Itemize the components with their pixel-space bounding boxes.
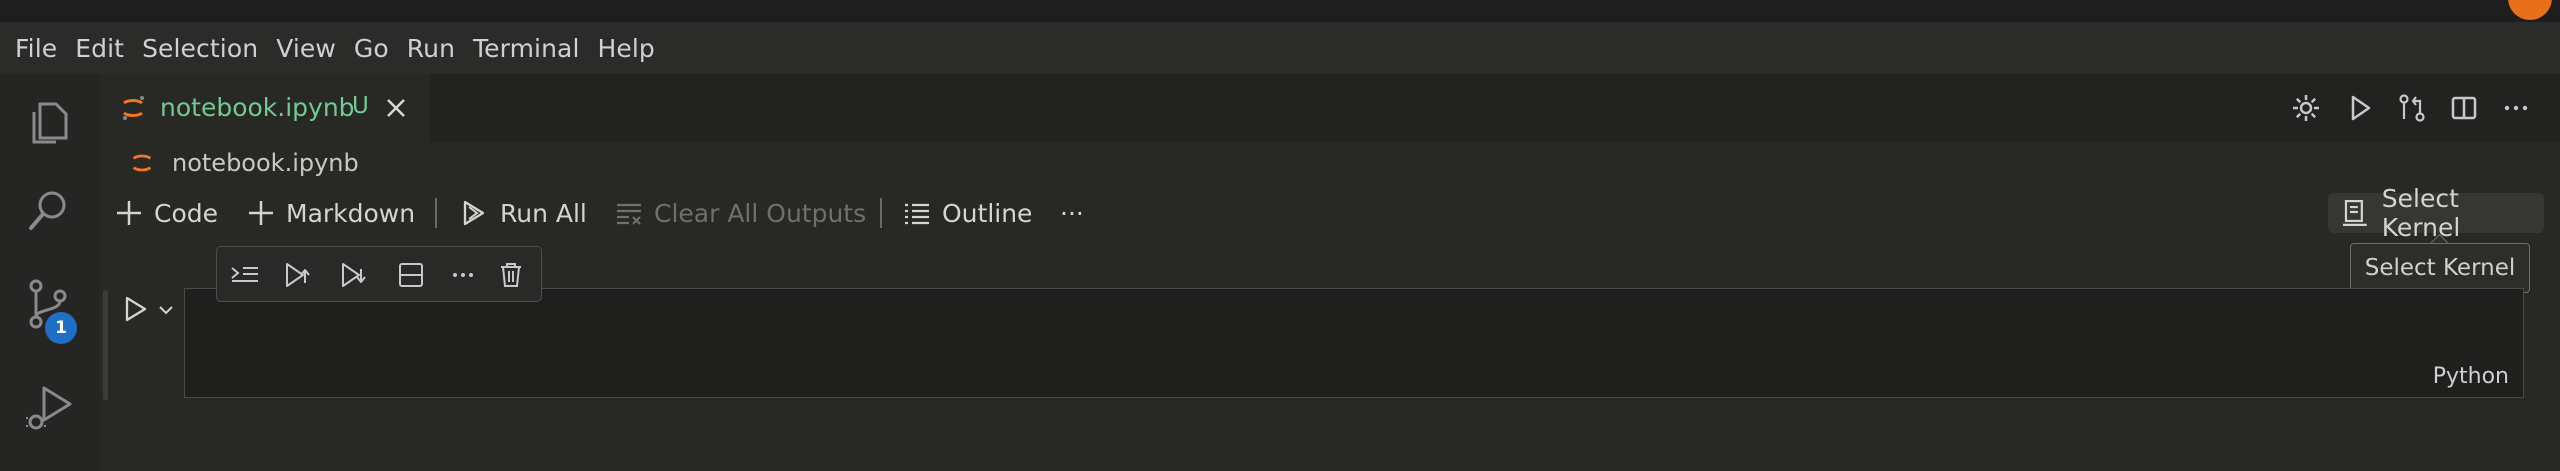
cell-focus-indicator [103, 290, 108, 400]
select-kernel-label: Select Kernel [2381, 184, 2461, 242]
editor-tab-bar: notebook.ipynb U [100, 74, 2560, 142]
kernel-server-icon [2342, 200, 2367, 226]
run-below-icon[interactable] [339, 259, 371, 291]
add-code-cell-button[interactable]: Code [114, 196, 218, 230]
plus-icon [249, 201, 273, 225]
source-control-badge: 1 [45, 312, 77, 344]
breadcrumb-jupyter-icon [132, 154, 152, 172]
delete-cell-icon[interactable] [495, 259, 527, 291]
select-kernel-button[interactable]: Select Kernel [2328, 184, 2544, 242]
menu-terminal[interactable]: Terminal [464, 34, 588, 63]
menu-view[interactable]: View [267, 34, 345, 63]
run-all-button[interactable]: Run All [460, 196, 587, 230]
breadcrumb-file[interactable]: notebook.ipynb [172, 149, 359, 177]
run-all-label: Run All [500, 198, 587, 228]
clear-all-outputs-label: Clear All Outputs [654, 198, 867, 228]
add-markdown-cell-button[interactable]: Markdown [246, 196, 415, 230]
run-file-icon[interactable] [2344, 92, 2376, 124]
cell-toolbar [216, 246, 542, 302]
toolbar-divider [880, 198, 882, 228]
split-editor-icon[interactable] [2448, 92, 2480, 124]
menu-run[interactable]: Run [398, 34, 464, 63]
search-icon[interactable] [22, 182, 78, 238]
toolbar-more-button[interactable]: ··· [1060, 196, 1084, 230]
run-all-icon [463, 200, 485, 226]
tab-notebook[interactable]: notebook.ipynb U [100, 74, 430, 142]
jupyter-icon [123, 96, 144, 120]
cell-language-label[interactable]: Python [2433, 364, 2509, 389]
more-label: ··· [1060, 198, 1084, 228]
outline-list-icon [905, 203, 929, 225]
run-above-icon[interactable] [283, 259, 315, 291]
plus-icon [117, 201, 141, 225]
activity-bar: 1 [0, 74, 100, 471]
outline-button[interactable]: Outline [902, 196, 1032, 230]
clear-outputs-icon [617, 203, 641, 225]
code-label: Code [154, 198, 219, 228]
clear-all-outputs-button[interactable]: Clear All Outputs [614, 196, 866, 230]
split-cell-icon[interactable] [395, 259, 427, 291]
run-debug-icon[interactable] [22, 380, 78, 436]
tab-status-untracked: U [352, 93, 369, 119]
menu-selection[interactable]: Selection [133, 34, 267, 63]
menu-help[interactable]: Help [589, 34, 664, 63]
close-icon[interactable] [384, 96, 408, 120]
chevron-down-icon[interactable] [156, 300, 176, 320]
more-icon[interactable] [447, 259, 479, 291]
window-title-fragment [1080, 0, 1340, 6]
menu-go[interactable]: Go [345, 34, 398, 63]
gear-icon[interactable] [2290, 92, 2322, 124]
tab-label: notebook.ipynb [160, 93, 355, 122]
execute-above-icon[interactable] [229, 259, 261, 291]
outline-label: Outline [942, 198, 1033, 228]
menu-edit[interactable]: Edit [66, 34, 133, 63]
select-kernel-tooltip: Select Kernel [2350, 243, 2530, 293]
compare-changes-icon[interactable] [2396, 92, 2428, 124]
menu-bar: File Edit Selection View Go Run Terminal… [0, 22, 2560, 74]
run-cell-icon[interactable] [120, 294, 150, 324]
more-actions-icon[interactable] [2500, 92, 2532, 124]
toolbar-divider [435, 198, 437, 228]
code-cell-editor[interactable]: Python [184, 288, 2524, 398]
explorer-icon[interactable] [22, 94, 78, 150]
markdown-label: Markdown [286, 198, 416, 228]
menu-file[interactable]: File [6, 34, 66, 63]
